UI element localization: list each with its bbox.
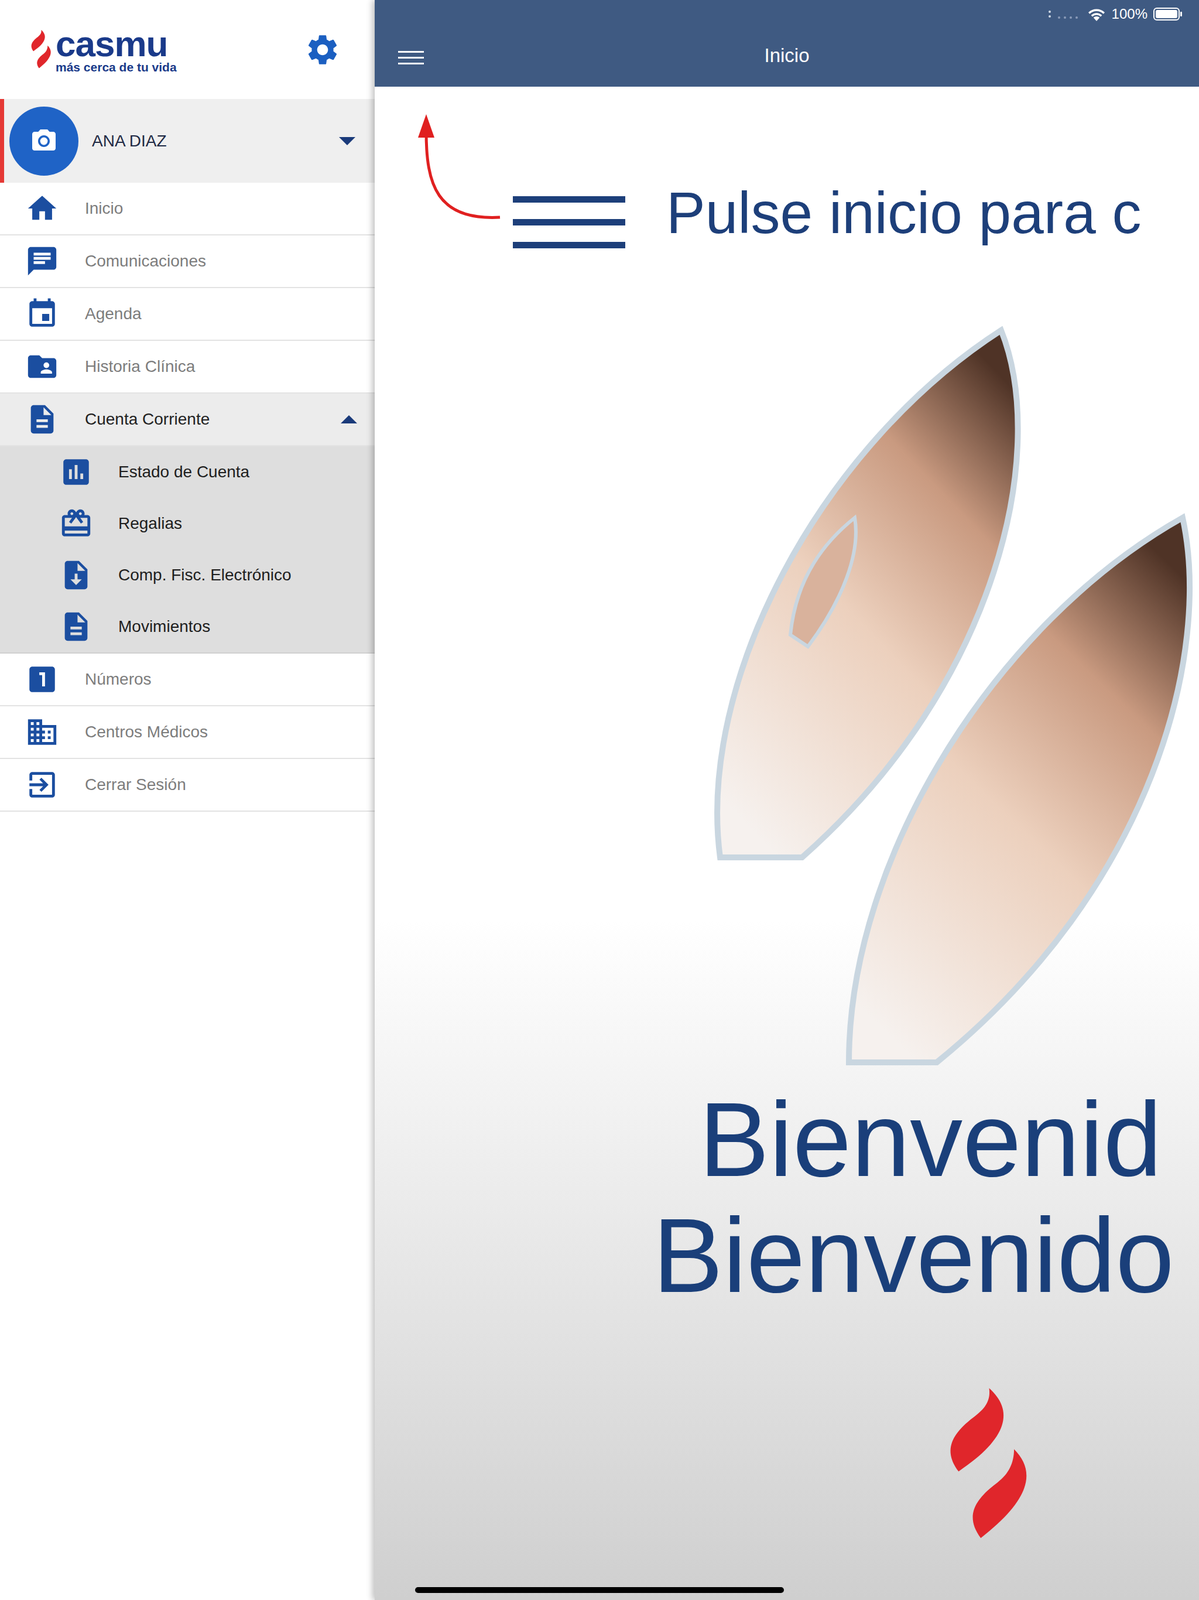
bar-chart-icon [59, 454, 94, 489]
menu-item[interactable]: Números [0, 653, 375, 707]
menu-item[interactable]: Centros Médicos [0, 706, 375, 759]
submenu-item[interactable]: Estado de Cuenta [0, 446, 375, 498]
avatar[interactable] [9, 106, 79, 176]
number-one-icon [25, 662, 60, 697]
home-indicator [415, 1586, 784, 1593]
menu-button[interactable] [398, 50, 424, 65]
title-bar: Inicio [374, 28, 1199, 87]
menu-item[interactable]: Comunicaciones [0, 235, 375, 289]
submenu-label: Movimientos [118, 617, 211, 636]
battery-level: 100% [1111, 5, 1148, 23]
submenu-item[interactable]: Regalias [0, 497, 375, 550]
page-title: Inicio [764, 44, 810, 71]
folder-person-icon [25, 349, 60, 384]
menu-label: Cuenta Corriente [84, 409, 341, 429]
menu-label: Inicio [84, 199, 358, 218]
user-name: ANA DIAZ [91, 131, 339, 151]
greeting-text: BienvenidBienvenido [652, 1081, 1175, 1314]
submenu-label: Regalias [118, 514, 183, 533]
logout-icon [25, 767, 60, 802]
hint-text: Pulse inicio para c [666, 177, 1142, 248]
menu-list: Inicio Comunicaciones Agenda Historia Clíni… [0, 182, 375, 812]
hint-row: Pulse inicio para c [374, 114, 1142, 249]
battery-icon [1153, 7, 1183, 21]
menu-label: Comunicaciones [84, 251, 358, 271]
document-icon [59, 609, 94, 644]
submenu-label: Estado de Cuenta [118, 462, 250, 482]
hospital-icon [25, 714, 60, 749]
menu-item[interactable]: Agenda [0, 288, 375, 341]
submenu-label: Comp. Fisc. Electrónico [118, 565, 292, 585]
brand-header: casmumás cerca de tu vida [0, 0, 375, 99]
main-panel: 100% Inicio Pulse inicio para c BienvenidBi… [374, 0, 1199, 1600]
gear-icon[interactable] [304, 31, 341, 68]
welcome-banner: Pulse inicio para c BienvenidBienvenido [374, 86, 1199, 1600]
submenu-item[interactable]: Movimientos [0, 600, 375, 653]
flame-icon [26, 29, 54, 71]
camera-icon [29, 127, 58, 156]
menu-item[interactable]: Cerrar Sesión [0, 758, 375, 812]
casmu-logo: casmumás cerca de tu vida [26, 25, 177, 74]
menu-item[interactable]: Cuenta Corriente [0, 393, 375, 447]
submenu-item[interactable]: Comp. Fisc. Electrónico [0, 549, 375, 601]
loading-icon [1046, 8, 1082, 20]
submenu: Estado de Cuenta Regalias Comp. Fisc. Elec… [0, 446, 375, 654]
user-row[interactable]: ANA DIAZ [0, 98, 375, 183]
menu-label: Historia Clínica [84, 357, 358, 376]
menu-item[interactable]: Inicio [0, 182, 375, 236]
menu-label: Agenda [84, 304, 358, 324]
caret-icon[interactable] [338, 136, 356, 146]
greeting-line: Bienvenid [652, 1081, 1175, 1198]
calendar-icon [25, 296, 60, 331]
greeting-line: Bienvenido [652, 1197, 1175, 1314]
side-menu: casmumás cerca de tu vida ANA DIAZ Inicio C… [0, 0, 375, 1600]
menu-label: Centros Médicos [84, 722, 358, 742]
caret-icon[interactable] [340, 415, 358, 424]
arrow-icon [413, 114, 502, 226]
status-bar: 100% [374, 0, 1199, 29]
welcome-photo [673, 271, 1199, 1092]
logo-tagline: más cerca de tu vida [55, 60, 177, 74]
chat-icon [25, 244, 60, 279]
logo-name: casmu [55, 25, 177, 63]
menu-lines-icon [512, 196, 626, 249]
file-download-icon [59, 557, 94, 592]
app-screen: casmumás cerca de tu vida ANA DIAZ Inicio C… [0, 0, 1199, 1600]
home-icon [25, 191, 60, 226]
menu-label: Números [84, 669, 358, 689]
wifi-icon [1087, 7, 1106, 22]
menu-label: Cerrar Sesión [84, 775, 358, 794]
document-icon [25, 402, 60, 437]
top-bar: 100% Inicio [374, 0, 1199, 87]
menu-item[interactable]: Historia Clínica [0, 340, 375, 394]
gift-card-icon [59, 506, 94, 541]
flame-icon [930, 1383, 1037, 1548]
